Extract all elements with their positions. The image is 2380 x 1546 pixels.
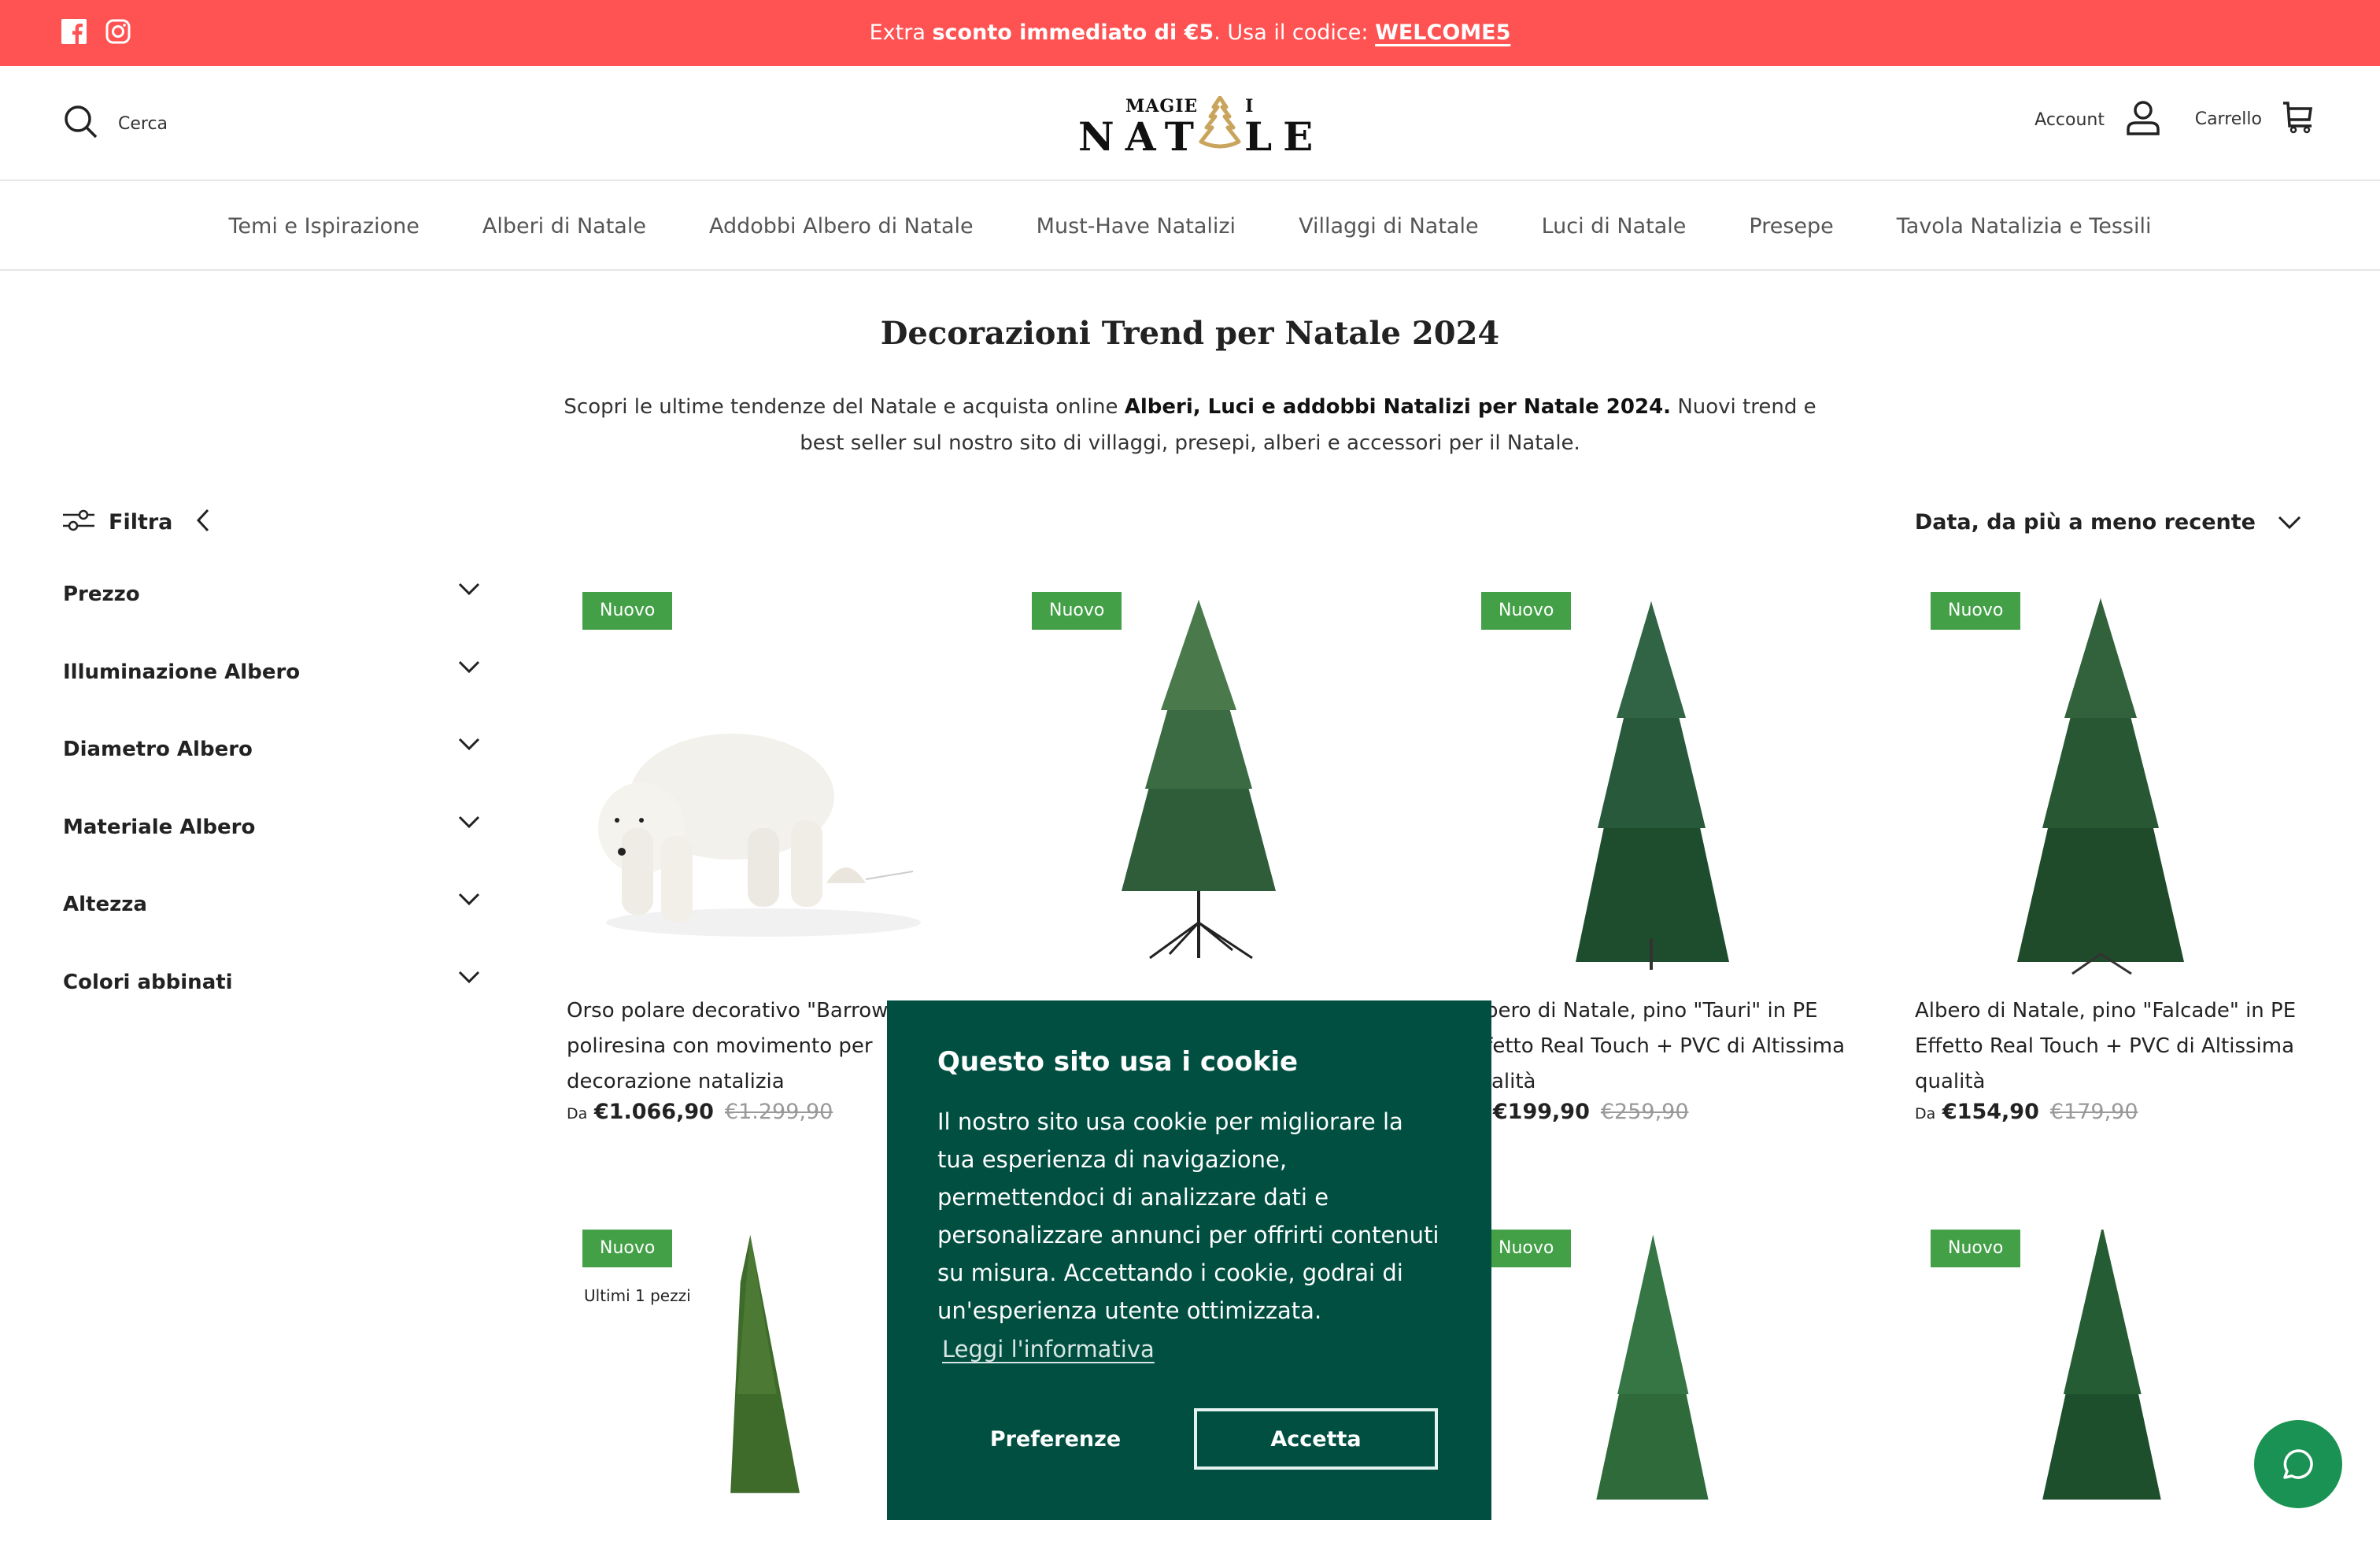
facet-label: Prezzo xyxy=(63,583,140,606)
facet-diametro-albero[interactable]: Diametro Albero xyxy=(63,730,480,808)
promo-text-mid: . Usa il codice: xyxy=(1214,20,1376,45)
promo-text: Extra xyxy=(869,20,933,45)
new-badge: Nuovo xyxy=(1931,1230,2021,1267)
chevron-down-icon xyxy=(458,660,480,673)
new-badge: Nuovo xyxy=(582,592,673,630)
current-price: €199,90 xyxy=(1492,1100,1590,1124)
product-title[interactable]: Albero di Natale, pino "Falcade" in PE E… xyxy=(1915,993,2308,1100)
cart-icon xyxy=(2282,101,2314,137)
stock-label: Ultimi 1 pezzi xyxy=(584,1286,691,1305)
user-icon xyxy=(2127,101,2160,139)
site-logo[interactable]: MAGIEDI NATALE xyxy=(1078,96,1313,160)
facet-label: Altezza xyxy=(63,893,147,916)
sliders-icon xyxy=(63,509,94,535)
cookie-body: Il nostro sito usa cookie per migliorare… xyxy=(937,1108,1439,1324)
facet-label: Materiale Albero xyxy=(63,815,256,839)
cookie-banner: Questo sito usa i cookie Il nostro sito … xyxy=(887,1000,1491,1520)
product-title[interactable]: Albero di Natale, pino "Tauri" in PE Eff… xyxy=(1465,993,1859,1100)
search-button[interactable]: Cerca xyxy=(63,104,168,143)
nav-item-temi-ispirazione[interactable]: Temi e Ispirazione xyxy=(229,214,419,239)
nav-item-must-have[interactable]: Must-Have Natalizi xyxy=(1037,214,1236,239)
cookie-title: Questo sito usa i cookie xyxy=(937,1046,1299,1078)
nav-item-tavola-tessili[interactable]: Tavola Natalizia e Tessili xyxy=(1897,214,2152,239)
filter-facets: Prezzo Illuminazione Albero Diametro Alb… xyxy=(63,575,480,1040)
filter-label: Filtra xyxy=(109,509,173,534)
chevron-down-icon xyxy=(458,583,480,596)
facet-colori-abbinati[interactable]: Colori abbinati xyxy=(63,963,480,1041)
nav-item-villaggi[interactable]: Villaggi di Natale xyxy=(1299,214,1479,239)
intro-text: Scopri le ultime tendenze del Natale e a… xyxy=(564,395,1125,419)
promo-text-bold: sconto immediato di €5 xyxy=(932,20,1214,45)
new-badge: Nuovo xyxy=(1481,592,1572,630)
promo-message: Extra sconto immediato di €5. Usa il cod… xyxy=(0,19,2380,47)
nav-item-alberi-di-natale[interactable]: Alberi di Natale xyxy=(482,214,646,239)
privacy-policy-link[interactable]: Leggi l'informativa xyxy=(942,1336,1441,1363)
filter-toggle[interactable]: Filtra xyxy=(63,509,210,535)
facet-label: Diametro Albero xyxy=(63,738,253,761)
original-price: €1.299,90 xyxy=(724,1100,833,1124)
product-image[interactable] xyxy=(1465,1230,1859,1546)
current-price: €1.066,90 xyxy=(593,1100,714,1124)
facet-materiale-albero[interactable]: Materiale Albero xyxy=(63,808,480,886)
account-button[interactable]: Account xyxy=(2034,101,2160,139)
search-icon xyxy=(63,104,99,143)
new-badge: Nuovo xyxy=(582,1230,673,1267)
chevron-down-icon xyxy=(458,971,480,983)
chevron-down-icon xyxy=(2278,516,2301,529)
product-image[interactable] xyxy=(1915,592,2308,978)
cookie-actions: Preferenze Accetta xyxy=(937,1408,1438,1470)
original-price: €259,90 xyxy=(1600,1100,1689,1124)
page-title: Decorazioni Trend per Natale 2024 xyxy=(880,315,1500,352)
current-price: €154,90 xyxy=(1942,1100,2039,1124)
sort-dropdown[interactable]: Data, da più a meno recente xyxy=(1915,510,2301,534)
intro-text-bold: Alberi, Luci e addobbi Natalizi per Nata… xyxy=(1124,395,1672,419)
chat-button[interactable] xyxy=(2254,1420,2342,1508)
product-price: Da €154,90 €179,90 xyxy=(1915,1100,2138,1124)
cart-button[interactable]: Carrello xyxy=(2195,101,2314,137)
new-badge: Nuovo xyxy=(1032,592,1122,630)
chevron-down-icon xyxy=(458,816,480,828)
new-badge: Nuovo xyxy=(1481,1230,1572,1267)
page-intro: Scopri le ultime tendenze del Natale e a… xyxy=(551,389,1829,461)
promo-code-link[interactable]: WELCOME5 xyxy=(1375,20,1510,45)
product-image[interactable] xyxy=(1915,1230,2308,1546)
cookie-accept-button[interactable]: Accetta xyxy=(1194,1408,1438,1470)
nav-item-luci[interactable]: Luci di Natale xyxy=(1542,214,1687,239)
product-image[interactable] xyxy=(567,592,960,978)
nav-item-presepe[interactable]: Presepe xyxy=(1749,214,1833,239)
cart-label: Carrello xyxy=(2194,109,2262,129)
sort-selected: Data, da più a meno recente xyxy=(1914,510,2256,534)
site-header: Cerca MAGIEDI NATALE Account Carrello xyxy=(0,66,2380,181)
facet-prezzo[interactable]: Prezzo xyxy=(63,575,480,653)
chat-bubble-icon xyxy=(2283,1449,2313,1479)
chevron-down-icon xyxy=(458,738,480,751)
product-price: Da €1.066,90 €1.299,90 xyxy=(567,1100,833,1124)
product-price: Da €199,90€259,90 xyxy=(1465,1100,1689,1124)
facet-illuminazione-albero[interactable]: Illuminazione Albero xyxy=(63,653,480,730)
chevron-left-icon xyxy=(196,509,210,535)
facet-altezza[interactable]: Altezza xyxy=(63,885,480,963)
facet-label: Illuminazione Albero xyxy=(63,660,301,684)
product-image[interactable] xyxy=(1465,592,1859,978)
facet-label: Colori abbinati xyxy=(63,970,233,994)
announcement-bar: Extra sconto immediato di €5. Usa il cod… xyxy=(0,0,2380,66)
new-badge: Nuovo xyxy=(1931,592,2021,630)
original-price: €179,90 xyxy=(2049,1100,2138,1124)
cookie-preferences-button[interactable]: Preferenze xyxy=(937,1408,1173,1470)
product-image[interactable] xyxy=(1016,592,1410,978)
logo-tree-icon xyxy=(1196,96,1244,153)
nav-item-addobbi-albero[interactable]: Addobbi Albero di Natale xyxy=(709,214,974,239)
search-label: Cerca xyxy=(118,113,168,134)
account-label: Account xyxy=(2034,109,2105,130)
chevron-down-icon xyxy=(458,893,480,906)
main-navigation: Temi e Ispirazione Alberi di Natale Addo… xyxy=(0,183,2380,271)
